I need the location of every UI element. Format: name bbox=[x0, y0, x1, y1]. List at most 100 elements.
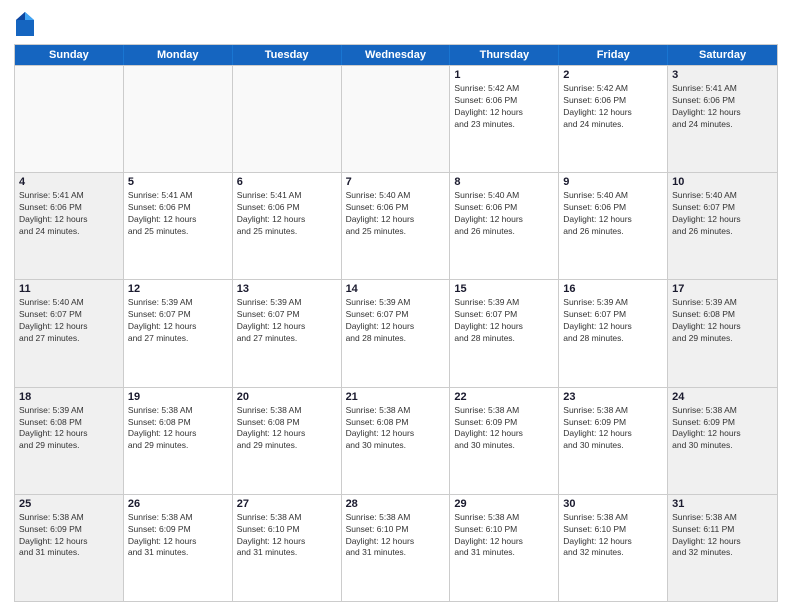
cell-info-line: and 31 minutes. bbox=[237, 547, 337, 559]
cell-info-line: Sunset: 6:09 PM bbox=[672, 417, 773, 429]
cell-info-line: Daylight: 12 hours bbox=[672, 321, 773, 333]
day-number: 19 bbox=[128, 391, 228, 403]
calendar-cell-1-5: 9Sunrise: 5:40 AMSunset: 6:06 PMDaylight… bbox=[559, 173, 668, 279]
cell-info-line: and 31 minutes. bbox=[346, 547, 446, 559]
cell-info-line: Sunset: 6:06 PM bbox=[454, 95, 554, 107]
cell-info-line: Sunset: 6:06 PM bbox=[346, 202, 446, 214]
cell-info-line: Sunrise: 5:42 AM bbox=[454, 83, 554, 95]
calendar-cell-2-6: 17Sunrise: 5:39 AMSunset: 6:08 PMDayligh… bbox=[668, 280, 777, 386]
day-number: 27 bbox=[237, 498, 337, 510]
cell-info-line: Sunrise: 5:38 AM bbox=[672, 405, 773, 417]
cell-info-line: Sunrise: 5:38 AM bbox=[128, 512, 228, 524]
cell-info-line: and 29 minutes. bbox=[19, 440, 119, 452]
day-number: 3 bbox=[672, 69, 773, 81]
cell-info-line: and 31 minutes. bbox=[19, 547, 119, 559]
cell-info-line: Sunrise: 5:40 AM bbox=[454, 190, 554, 202]
cell-info-line: Daylight: 12 hours bbox=[346, 428, 446, 440]
cell-info-line: Sunset: 6:07 PM bbox=[454, 309, 554, 321]
calendar-cell-0-1 bbox=[124, 66, 233, 172]
day-number: 22 bbox=[454, 391, 554, 403]
cell-info-line: and 28 minutes. bbox=[563, 333, 663, 345]
cell-info-line: Sunset: 6:07 PM bbox=[19, 309, 119, 321]
cell-info-line: and 27 minutes. bbox=[19, 333, 119, 345]
day-header-tuesday: Tuesday bbox=[233, 45, 342, 65]
cell-info-line: Sunset: 6:09 PM bbox=[19, 524, 119, 536]
cell-info-line: Sunrise: 5:38 AM bbox=[346, 512, 446, 524]
calendar-cell-3-0: 18Sunrise: 5:39 AMSunset: 6:08 PMDayligh… bbox=[15, 388, 124, 494]
cell-info-line: Sunset: 6:09 PM bbox=[454, 417, 554, 429]
cell-info-line: Sunrise: 5:38 AM bbox=[563, 405, 663, 417]
cell-info-line: Daylight: 12 hours bbox=[346, 321, 446, 333]
cell-info-line: Sunrise: 5:38 AM bbox=[454, 512, 554, 524]
cell-info-line: Sunrise: 5:38 AM bbox=[346, 405, 446, 417]
cell-info-line: Daylight: 12 hours bbox=[237, 428, 337, 440]
calendar-cell-4-2: 27Sunrise: 5:38 AMSunset: 6:10 PMDayligh… bbox=[233, 495, 342, 601]
day-header-monday: Monday bbox=[124, 45, 233, 65]
cell-info-line: Sunset: 6:09 PM bbox=[128, 524, 228, 536]
cell-info-line: Daylight: 12 hours bbox=[19, 214, 119, 226]
cell-info-line: Sunset: 6:07 PM bbox=[563, 309, 663, 321]
cell-info-line: and 27 minutes. bbox=[128, 333, 228, 345]
calendar-cell-1-1: 5Sunrise: 5:41 AMSunset: 6:06 PMDaylight… bbox=[124, 173, 233, 279]
day-number: 23 bbox=[563, 391, 663, 403]
day-number: 10 bbox=[672, 176, 773, 188]
cell-info-line: and 29 minutes. bbox=[237, 440, 337, 452]
cell-info-line: Sunrise: 5:41 AM bbox=[19, 190, 119, 202]
calendar-cell-4-1: 26Sunrise: 5:38 AMSunset: 6:09 PMDayligh… bbox=[124, 495, 233, 601]
cell-info-line: Sunrise: 5:40 AM bbox=[346, 190, 446, 202]
cell-info-line: Sunset: 6:10 PM bbox=[454, 524, 554, 536]
cell-info-line: Sunrise: 5:38 AM bbox=[237, 512, 337, 524]
calendar-cell-0-5: 2Sunrise: 5:42 AMSunset: 6:06 PMDaylight… bbox=[559, 66, 668, 172]
cell-info-line: Daylight: 12 hours bbox=[128, 321, 228, 333]
calendar-row-0: 1Sunrise: 5:42 AMSunset: 6:06 PMDaylight… bbox=[15, 65, 777, 172]
cell-info-line: Sunset: 6:07 PM bbox=[346, 309, 446, 321]
calendar-cell-1-0: 4Sunrise: 5:41 AMSunset: 6:06 PMDaylight… bbox=[15, 173, 124, 279]
cell-info-line: Sunrise: 5:38 AM bbox=[128, 405, 228, 417]
cell-info-line: and 31 minutes. bbox=[128, 547, 228, 559]
cell-info-line: Sunrise: 5:42 AM bbox=[563, 83, 663, 95]
cell-info-line: Sunrise: 5:39 AM bbox=[672, 297, 773, 309]
cell-info-line: Sunset: 6:11 PM bbox=[672, 524, 773, 536]
cell-info-line: Sunrise: 5:41 AM bbox=[237, 190, 337, 202]
calendar-header: SundayMondayTuesdayWednesdayThursdayFrid… bbox=[15, 45, 777, 65]
header bbox=[14, 10, 778, 38]
cell-info-line: and 25 minutes. bbox=[346, 226, 446, 238]
cell-info-line: Daylight: 12 hours bbox=[128, 428, 228, 440]
cell-info-line: and 27 minutes. bbox=[237, 333, 337, 345]
cell-info-line: Daylight: 12 hours bbox=[346, 214, 446, 226]
cell-info-line: and 28 minutes. bbox=[346, 333, 446, 345]
cell-info-line: Sunrise: 5:38 AM bbox=[237, 405, 337, 417]
cell-info-line: Daylight: 12 hours bbox=[672, 214, 773, 226]
calendar-cell-1-3: 7 Sunrise: 5:40 AMSunset: 6:06 PMDaylight… bbox=[342, 173, 451, 279]
calendar-cell-2-5: 16Sunrise: 5:39 AMSunset: 6:07 PMDayligh… bbox=[559, 280, 668, 386]
cell-info-line: Sunset: 6:07 PM bbox=[672, 202, 773, 214]
day-number: 18 bbox=[19, 391, 119, 403]
cell-info-line: and 28 minutes. bbox=[454, 333, 554, 345]
day-number: 13 bbox=[237, 283, 337, 295]
cell-info-line: and 25 minutes. bbox=[237, 226, 337, 238]
cell-info-line: Sunset: 6:06 PM bbox=[19, 202, 119, 214]
cell-info-line: Sunset: 6:08 PM bbox=[346, 417, 446, 429]
cell-info-line: Daylight: 12 hours bbox=[563, 536, 663, 548]
calendar-body: 1Sunrise: 5:42 AMSunset: 6:06 PMDaylight… bbox=[15, 65, 777, 601]
cell-info-line: Daylight: 12 hours bbox=[237, 214, 337, 226]
calendar-row-3: 18Sunrise: 5:39 AMSunset: 6:08 PMDayligh… bbox=[15, 387, 777, 494]
cell-info-line: Sunrise: 5:38 AM bbox=[563, 512, 663, 524]
calendar-cell-4-5: 30Sunrise: 5:38 AMSunset: 6:10 PMDayligh… bbox=[559, 495, 668, 601]
calendar-row-2: 11Sunrise: 5:40 AMSunset: 6:07 PMDayligh… bbox=[15, 279, 777, 386]
day-number: 31 bbox=[672, 498, 773, 510]
cell-info-line: Sunrise: 5:39 AM bbox=[128, 297, 228, 309]
cell-info-line: Sunset: 6:06 PM bbox=[563, 95, 663, 107]
calendar-row-4: 25Sunrise: 5:38 AMSunset: 6:09 PMDayligh… bbox=[15, 494, 777, 601]
day-number: 6 bbox=[237, 176, 337, 188]
calendar-cell-3-6: 24Sunrise: 5:38 AMSunset: 6:09 PMDayligh… bbox=[668, 388, 777, 494]
cell-info-line: Sunrise: 5:38 AM bbox=[454, 405, 554, 417]
day-header-wednesday: Wednesday bbox=[342, 45, 451, 65]
cell-info-line: Sunrise: 5:39 AM bbox=[19, 405, 119, 417]
calendar-cell-0-6: 3Sunrise: 5:41 AMSunset: 6:06 PMDaylight… bbox=[668, 66, 777, 172]
day-number: 7 bbox=[346, 176, 446, 188]
cell-info-line: Daylight: 12 hours bbox=[128, 536, 228, 548]
cell-info-line: Sunrise: 5:40 AM bbox=[19, 297, 119, 309]
cell-info-line: Daylight: 12 hours bbox=[563, 107, 663, 119]
cell-info-line: Daylight: 12 hours bbox=[454, 214, 554, 226]
